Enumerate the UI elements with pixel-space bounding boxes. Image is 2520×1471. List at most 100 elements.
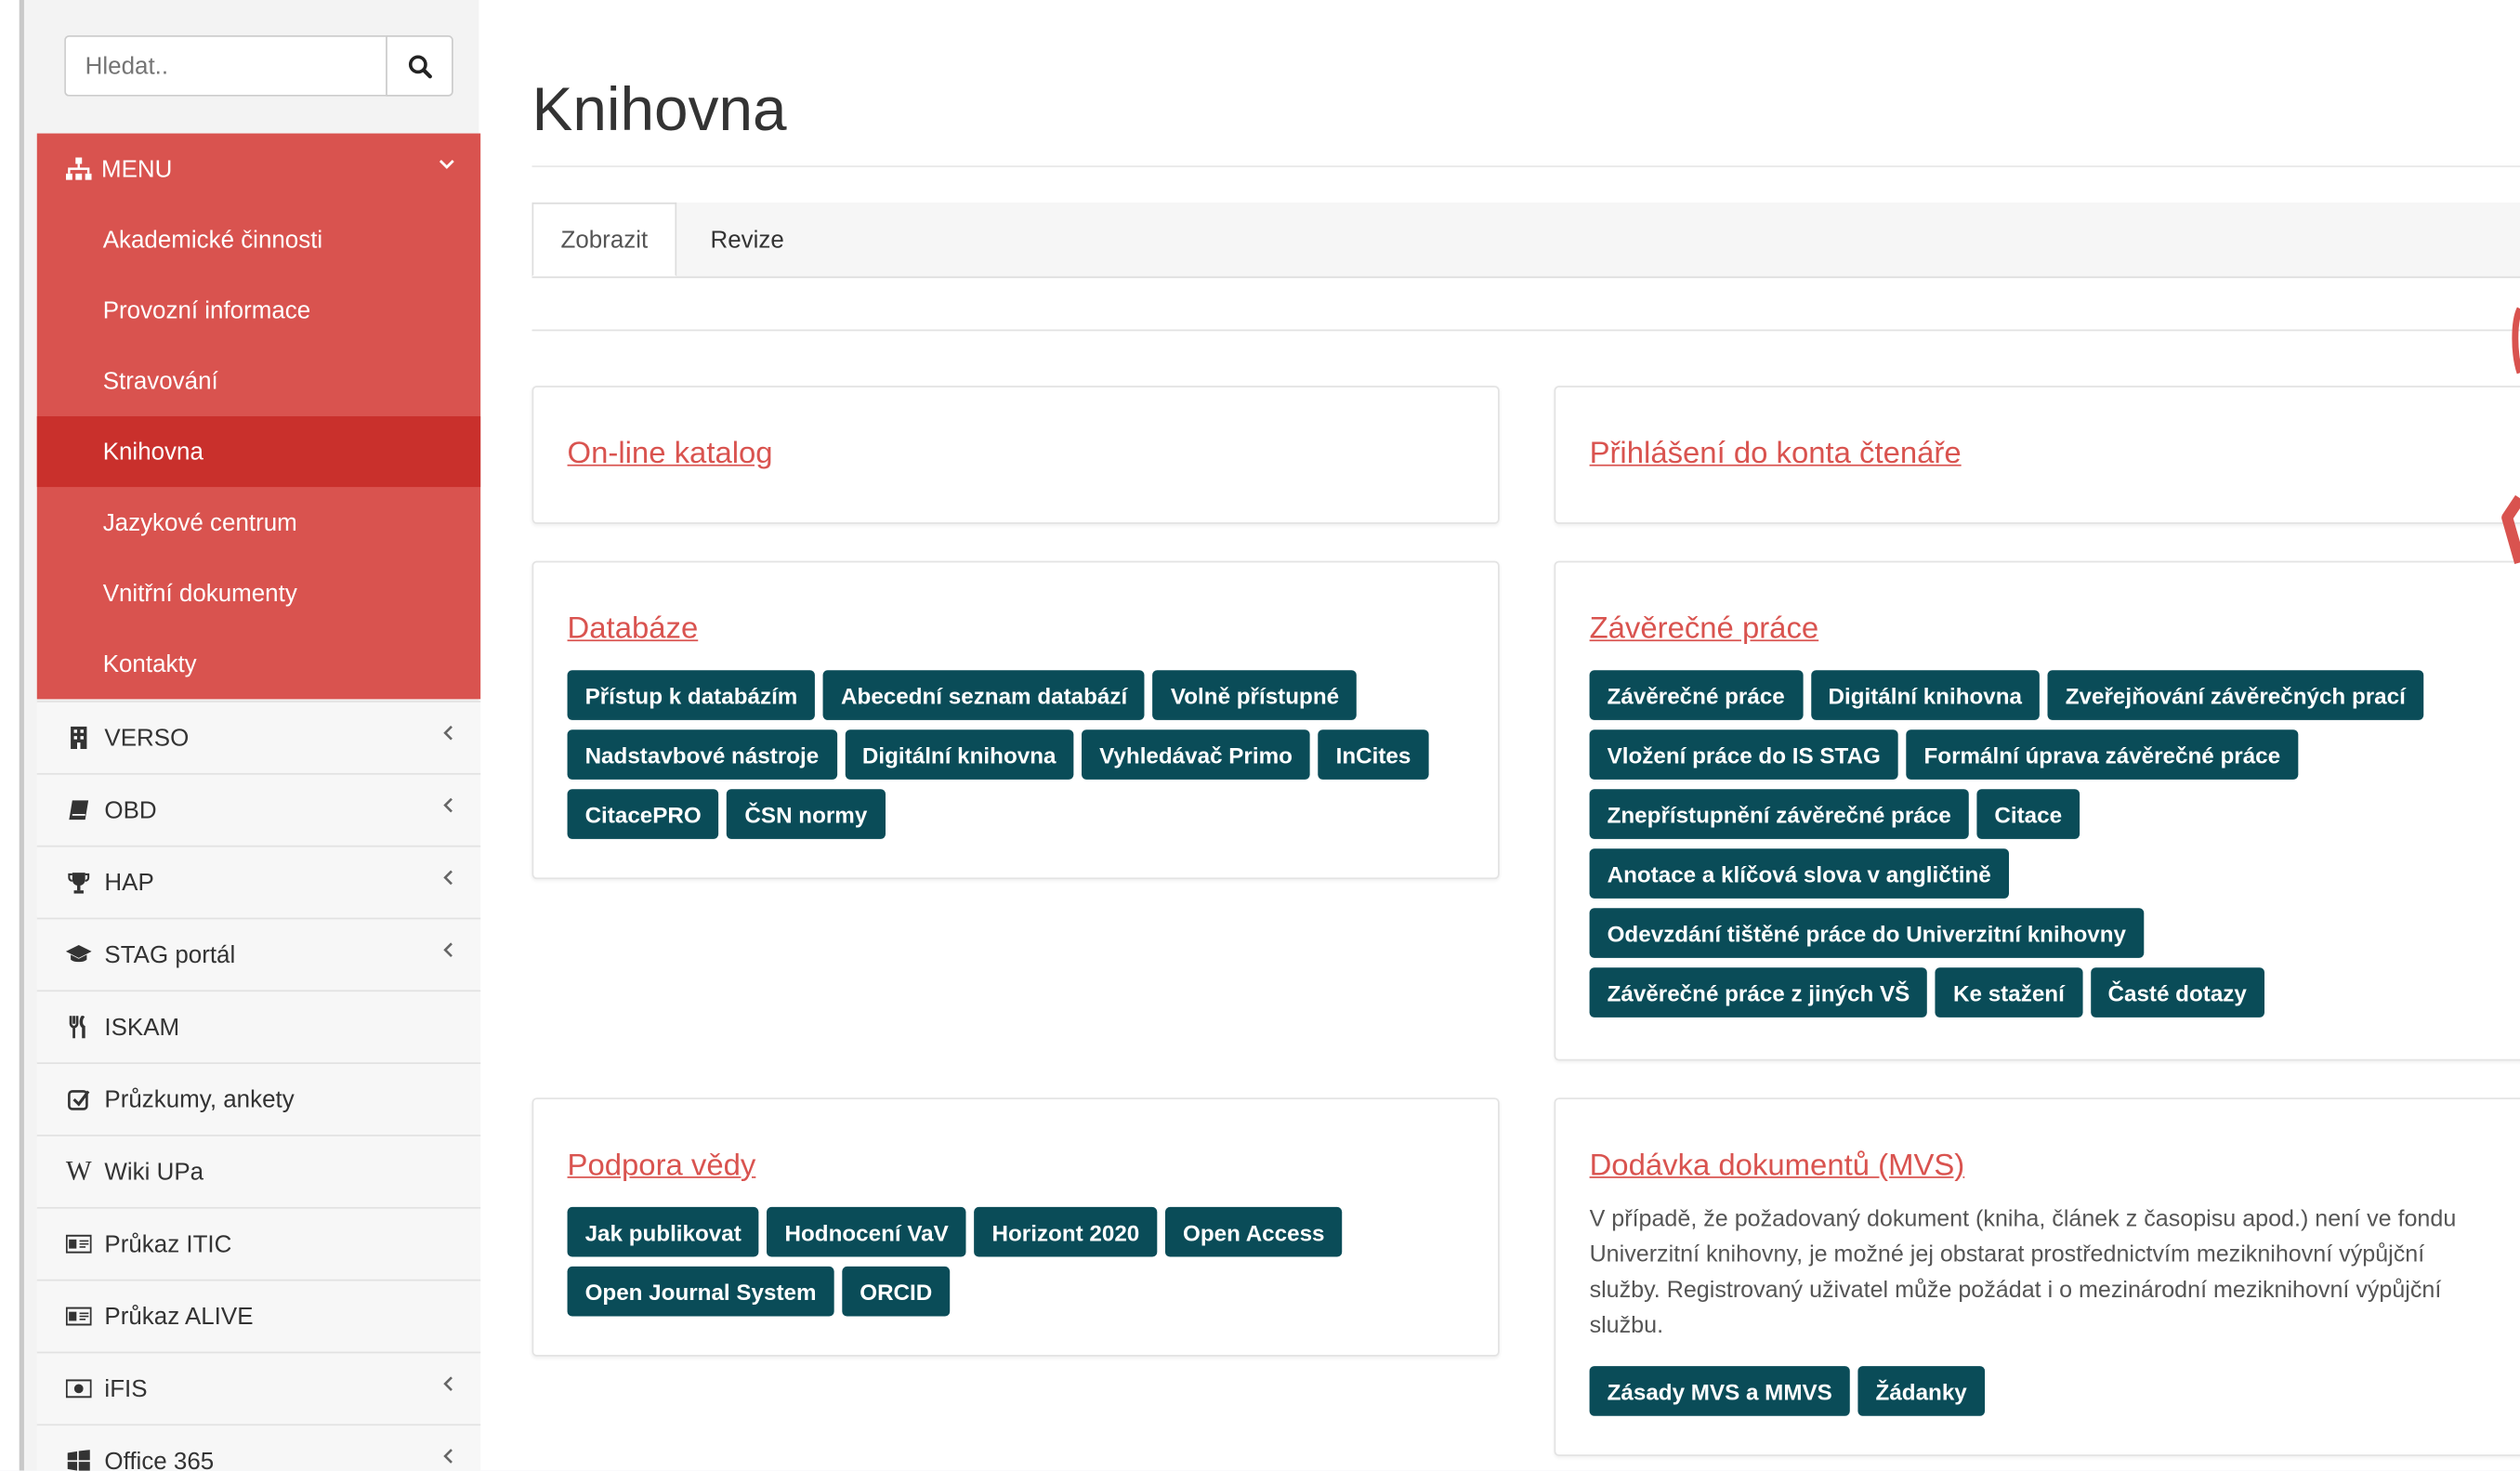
link-databaze[interactable]: Databáze: [568, 612, 699, 648]
tab-label: Zobrazit: [560, 226, 649, 254]
page-title: Knihovna: [532, 77, 787, 145]
button-row: Vložení práce do IS STAG Formální úprava…: [1589, 729, 2506, 780]
sidebar-nav: VERSO OBD HAP STAG portál ISKAM Průzkumy…: [36, 701, 481, 1471]
book-icon: [66, 797, 92, 823]
partial-red-icon: [2501, 307, 2520, 565]
btn-ke-stazeni[interactable]: Ke stažení: [1936, 967, 2082, 1018]
btn-digitalni-knihovna[interactable]: Digitální knihovna: [844, 729, 1074, 780]
btn-odevzdani-tistene-prace[interactable]: Odevzdání tištěné práce do Univerzitní k…: [1589, 908, 2145, 958]
btn-formalni-uprava[interactable]: Formální úprava závěrečné práce: [1906, 729, 2299, 780]
sidebar-item-ifis[interactable]: iFIS: [36, 1351, 481, 1425]
chevron-down-icon: [439, 159, 454, 169]
btn-abecedni-seznam-databazi[interactable]: Abecední seznam databází: [823, 670, 1146, 720]
databaze-buttons: Přístup k databázím Abecední seznam data…: [567, 670, 1484, 839]
tab-zobrazit[interactable]: Zobrazit: [532, 202, 677, 277]
sitemap-icon: [65, 157, 92, 180]
btn-jak-publikovat[interactable]: Jak publikovat: [567, 1206, 759, 1257]
btn-anotace-a-klicova-slova[interactable]: Anotace a klíčová slova v angličtině: [1589, 848, 2009, 899]
btn-incites[interactable]: InCites: [1318, 729, 1429, 780]
button-row: Přístup k databázím Abecední seznam data…: [567, 670, 1484, 720]
sidebar-item-label: Wiki UPa: [104, 1158, 204, 1186]
menu-item-label: Vnitřní dokumenty: [102, 579, 297, 607]
btn-nadstavbove-nastroje[interactable]: Nadstavbové nástroje: [567, 729, 837, 780]
link-podpora-vedy[interactable]: Podpora vědy: [568, 1149, 756, 1185]
sidebar-item-label: Průzkumy, ankety: [104, 1085, 295, 1113]
dodavka-buttons: Zásady MVS a MMVS Žádanky: [1589, 1366, 2506, 1416]
sidebar-item-label: HAP: [104, 868, 154, 897]
tab-revize[interactable]: Revize: [710, 203, 783, 277]
btn-zasady-mvs-a-mmvs[interactable]: Zásady MVS a MMVS: [1589, 1366, 1850, 1416]
sidebar-item-office-365[interactable]: Office 365: [36, 1424, 481, 1471]
trophy-icon: [66, 870, 92, 896]
btn-citacepro[interactable]: CitacePRO: [567, 789, 719, 839]
btn-digitalni-knihovna[interactable]: Digitální knihovna: [1810, 670, 2041, 720]
graduation-cap-icon: [65, 942, 92, 968]
btn-zadanky[interactable]: Žádanky: [1857, 1366, 1985, 1416]
btn-hodnoceni-vav[interactable]: Hodnocení VaV: [767, 1206, 966, 1257]
sidebar-item-iskam[interactable]: ISKAM: [36, 990, 481, 1063]
button-row: Závěrečné práce z jiných VŠ Ke stažení Č…: [1589, 967, 2506, 1018]
btn-zverejnovani-zaverecnych-praci[interactable]: Zveřejňování závěrečných prací: [2047, 670, 2423, 720]
menu-item-label: Jazykové centrum: [102, 508, 297, 536]
menu-item-akademicke-cinnosti[interactable]: Akademické činnosti: [37, 204, 480, 275]
menu-item-knihovna[interactable]: Knihovna: [36, 415, 481, 488]
menu-item-label: Stravování: [102, 367, 218, 395]
id-card-icon: [65, 1231, 92, 1257]
btn-orcid[interactable]: ORCID: [842, 1266, 951, 1317]
btn-pristup-k-databazim[interactable]: Přístup k databázím: [567, 670, 816, 720]
sidebar-item-label: iFIS: [104, 1374, 148, 1403]
sidebar-item-hap[interactable]: HAP: [36, 845, 481, 918]
menu-item-stravovani[interactable]: Stravování: [37, 346, 480, 416]
btn-zaverecne-prace[interactable]: Závěrečné práce: [1589, 670, 1803, 720]
sidebar-item-prukaz-itic[interactable]: Průkaz ITIC: [36, 1206, 481, 1280]
panel-online-katalog: On-line katalog: [532, 386, 1500, 524]
panel-prihlaseni: Přihlášení do konta čtenáře: [1554, 386, 2520, 524]
menu-item-label: Akademické činnosti: [102, 226, 323, 254]
link-online-katalog[interactable]: On-line katalog: [568, 437, 773, 472]
tab-label: Revize: [710, 226, 784, 254]
btn-zaverecne-prace-z-jinych-vs[interactable]: Závěrečné práce z jiných VŠ: [1589, 967, 1928, 1018]
sidebar-item-prukaz-alive[interactable]: Průkaz ALIVE: [36, 1279, 481, 1352]
windows-icon: [66, 1448, 92, 1471]
btn-csn-normy[interactable]: ČSN normy: [727, 789, 886, 839]
menu-item-provozni-informace[interactable]: Provozní informace: [37, 275, 480, 346]
link-dodavka-dokumentu[interactable]: Dodávka dokumentů (MVS): [1590, 1149, 1965, 1185]
menu-item-kontakty[interactable]: Kontakty: [37, 628, 480, 699]
title-divider: [532, 165, 2520, 167]
search-button[interactable]: [386, 35, 453, 97]
sidebar-item-obd[interactable]: OBD: [36, 772, 481, 846]
btn-vlozeni-prace-do-is-stag[interactable]: Vložení práce do IS STAG: [1589, 729, 1898, 780]
chevron-left-icon: [443, 1449, 453, 1464]
button-row: Znepřístupnění závěrečné práce Citace: [1589, 789, 2506, 839]
panel-zaverecne-prace: Závěrečné práce Závěrečné práce Digitáln…: [1554, 560, 2520, 1061]
search-input[interactable]: [64, 35, 387, 97]
btn-vyhledavac-primo[interactable]: Vyhledávač Primo: [1082, 729, 1310, 780]
building-icon: [66, 725, 92, 751]
chevron-left-icon: [443, 797, 453, 813]
btn-volne-pristupne[interactable]: Volně přístupné: [1152, 670, 1358, 720]
id-card-icon: [65, 1304, 92, 1330]
btn-znepristupneni[interactable]: Znepřístupnění závěrečné práce: [1589, 789, 1969, 839]
button-row: Zásady MVS a MMVS Žádanky: [1589, 1366, 2506, 1416]
panel-dodavka-dokumentu: Dodávka dokumentů (MVS) V případě, že po…: [1554, 1097, 2520, 1457]
sidebar-item-verso[interactable]: VERSO: [36, 701, 481, 773]
btn-horizont-2020[interactable]: Horizont 2020: [974, 1206, 1158, 1257]
menu-item-vnitrni-dokumenty[interactable]: Vnitřní dokumenty: [37, 558, 480, 628]
btn-open-journal-system[interactable]: Open Journal System: [567, 1266, 834, 1317]
btn-open-access[interactable]: Open Access: [1164, 1206, 1343, 1257]
sidebar-item-pruzkumy-ankety[interactable]: Průzkumy, ankety: [36, 1062, 481, 1136]
sidebar-item-wiki-upa[interactable]: W Wiki UPa: [36, 1135, 481, 1207]
wikipedia-icon: W: [65, 1155, 92, 1187]
sidebar-item-stag-portal[interactable]: STAG portál: [36, 917, 481, 991]
main-menu: MENU Akademické činnosti Provozní inform…: [36, 133, 481, 700]
tabs-divider: [532, 329, 2520, 332]
menu-toggle[interactable]: MENU: [37, 134, 480, 204]
btn-citace[interactable]: Citace: [1976, 789, 2080, 839]
btn-caste-dotazy[interactable]: Časté dotazy: [2090, 967, 2264, 1018]
dodavka-description: V případě, že požadovaný dokument (kniha…: [1589, 1206, 2457, 1339]
menu-item-jazykove-centrum[interactable]: Jazykové centrum: [37, 487, 480, 558]
link-zaverecne-prace[interactable]: Závěrečné práce: [1590, 612, 1819, 648]
button-row: Jak publikovat Hodnocení VaV Horizont 20…: [567, 1206, 1484, 1257]
link-prihlaseni-do-konta[interactable]: Přihlášení do konta čtenáře: [1590, 437, 1962, 472]
main-content: Knihovna Zobrazit Revize On-line katalog…: [532, 0, 2520, 1471]
